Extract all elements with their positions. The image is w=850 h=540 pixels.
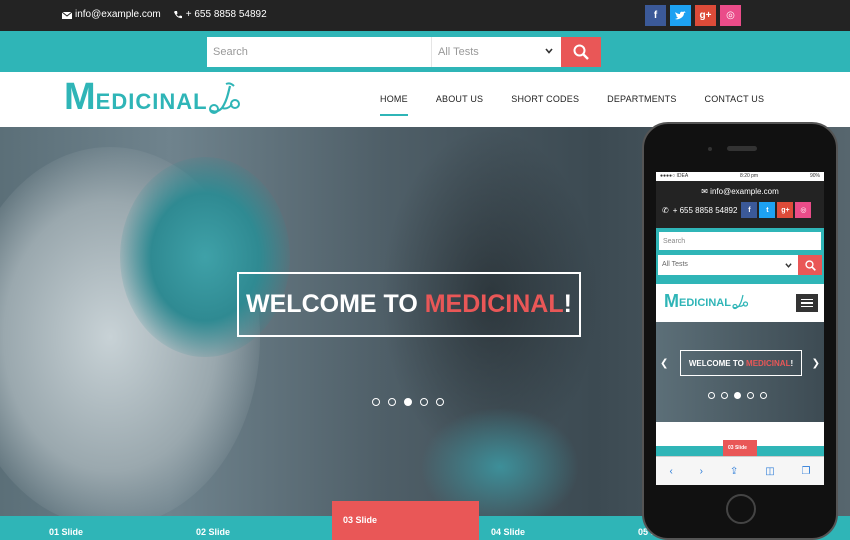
main-nav: HOME ABOUT US SHORT CODES DEPARTMENTS CO… [380, 94, 792, 116]
contact-email[interactable]: info@example.com [75, 9, 161, 20]
slide-tab-02[interactable]: 02 Slide [196, 527, 230, 537]
chevron-down-icon [545, 48, 553, 54]
phone-home-button[interactable] [726, 494, 756, 524]
mobile-phone-row: ✆ + 655 8858 54892 f t g+ ◎ [656, 196, 824, 218]
main-navbar: M EDICINAL HOME ABOUT US SHORT CODES DEP… [0, 72, 850, 127]
carousel-dot-active[interactable] [404, 398, 412, 406]
mobile-carousel-dots [708, 392, 767, 399]
logo-text: EDICINAL [95, 89, 208, 114]
mobile-email[interactable]: ✉ info@example.com [656, 181, 824, 196]
mobile-site-logo[interactable]: M EDICINAL [664, 292, 749, 310]
slide-tab-04[interactable]: 04 Slide [491, 527, 525, 537]
email-icon [62, 11, 72, 19]
google-plus-icon[interactable]: g+ [777, 202, 794, 218]
search-input[interactable]: Search [207, 37, 431, 67]
carousel-dot[interactable] [747, 392, 754, 399]
stethoscope-icon [208, 82, 240, 114]
search-bar: Search All Tests [0, 31, 850, 72]
nav-about-us[interactable]: ABOUT US [436, 94, 483, 104]
carousel-dot[interactable] [388, 398, 396, 406]
google-plus-icon[interactable]: g+ [695, 5, 716, 26]
mobile-search-button[interactable] [798, 255, 822, 275]
chevron-down-icon [785, 263, 792, 268]
slide-tab-01[interactable]: 01 Slide [49, 527, 83, 537]
phone-mockup: ●●●●○ IDEA 8:20 pm 90% ✉ info@example.co… [642, 122, 838, 540]
forward-icon[interactable]: › [700, 466, 703, 477]
social-links: f g+ ◎ [645, 5, 741, 26]
mobile-search-bar: Search All Tests [656, 228, 824, 284]
hamburger-menu-icon[interactable] [796, 294, 818, 312]
twitter-icon[interactable]: t [759, 202, 776, 218]
select-value: All Tests [438, 46, 479, 58]
site-logo[interactable]: M EDICINAL [64, 78, 242, 116]
logo-initial: M [64, 76, 96, 118]
chevron-left-icon[interactable]: ❮ [660, 358, 668, 369]
carousel-dot[interactable] [372, 398, 380, 406]
carousel-dot-active[interactable] [734, 392, 741, 399]
nav-departments[interactable]: DEPARTMENTS [607, 94, 676, 104]
carousel-dot[interactable] [708, 392, 715, 399]
dribbble-icon[interactable]: ◎ [720, 5, 741, 26]
carousel-dot[interactable] [436, 398, 444, 406]
mobile-browser-toolbar: ‹ › ⇪ ◫ ❐ [656, 456, 824, 485]
email-icon: ✉ [701, 187, 708, 196]
mobile-navbar: M EDICINAL [656, 284, 824, 322]
phone-speaker [727, 146, 757, 151]
top-bar: info@example.com + 655 8858 54892 f g+ ◎ [0, 0, 850, 31]
dribbble-icon[interactable]: ◎ [795, 202, 812, 218]
mobile-search-input[interactable]: Search [658, 231, 822, 251]
carousel-dot[interactable] [760, 392, 767, 399]
contact-phone: + 655 8858 54892 [185, 9, 267, 20]
facebook-icon[interactable]: f [741, 202, 758, 218]
nav-home[interactable]: HOME [380, 94, 408, 116]
tabs-icon[interactable]: ❐ [802, 466, 811, 477]
test-category-select[interactable]: All Tests [431, 37, 561, 67]
search-button[interactable] [561, 37, 601, 67]
slide-tab-03-active[interactable]: 03 Slide [332, 501, 479, 540]
twitter-icon[interactable] [670, 5, 691, 26]
mobile-hero-banner: ❮ WELCOME TO MEDICINAL ! ❯ [656, 322, 824, 422]
phone-icon [173, 10, 182, 18]
back-icon[interactable]: ‹ [669, 466, 672, 477]
hero-welcome-heading: WELCOME TO MEDICINAL ! [237, 272, 581, 337]
welcome-highlight: MEDICINAL [424, 290, 564, 318]
facebook-icon[interactable]: f [645, 5, 666, 26]
mobile-top-bar: ✉ info@example.com ✆ + 655 8858 54892 f … [656, 181, 824, 228]
share-icon[interactable]: ⇪ [730, 466, 738, 477]
mobile-welcome-heading: WELCOME TO MEDICINAL ! [680, 350, 802, 376]
carousel-dot[interactable] [721, 392, 728, 399]
phone-screen: ●●●●○ IDEA 8:20 pm 90% ✉ info@example.co… [656, 172, 824, 485]
phone-camera [708, 147, 712, 151]
chevron-right-icon[interactable]: ❯ [812, 358, 820, 369]
mobile-test-select[interactable]: All Tests [658, 255, 798, 275]
contact-info: info@example.com + 655 8858 54892 [62, 9, 267, 20]
nav-contact-us[interactable]: CONTACT US [705, 94, 765, 104]
search-icon [573, 44, 589, 60]
nav-short-codes[interactable]: SHORT CODES [511, 94, 579, 104]
bookmarks-icon[interactable]: ◫ [765, 466, 774, 477]
carousel-dot[interactable] [420, 398, 428, 406]
stethoscope-icon [732, 294, 749, 310]
carousel-dots [372, 398, 444, 406]
mobile-slide-tab-active[interactable]: 03 Slide [723, 440, 757, 456]
phone-icon: ✆ [662, 205, 669, 215]
search-icon [804, 259, 816, 271]
mobile-social-links: f t g+ ◎ [741, 202, 812, 218]
mobile-status-bar: ●●●●○ IDEA 8:20 pm 90% [656, 172, 824, 181]
